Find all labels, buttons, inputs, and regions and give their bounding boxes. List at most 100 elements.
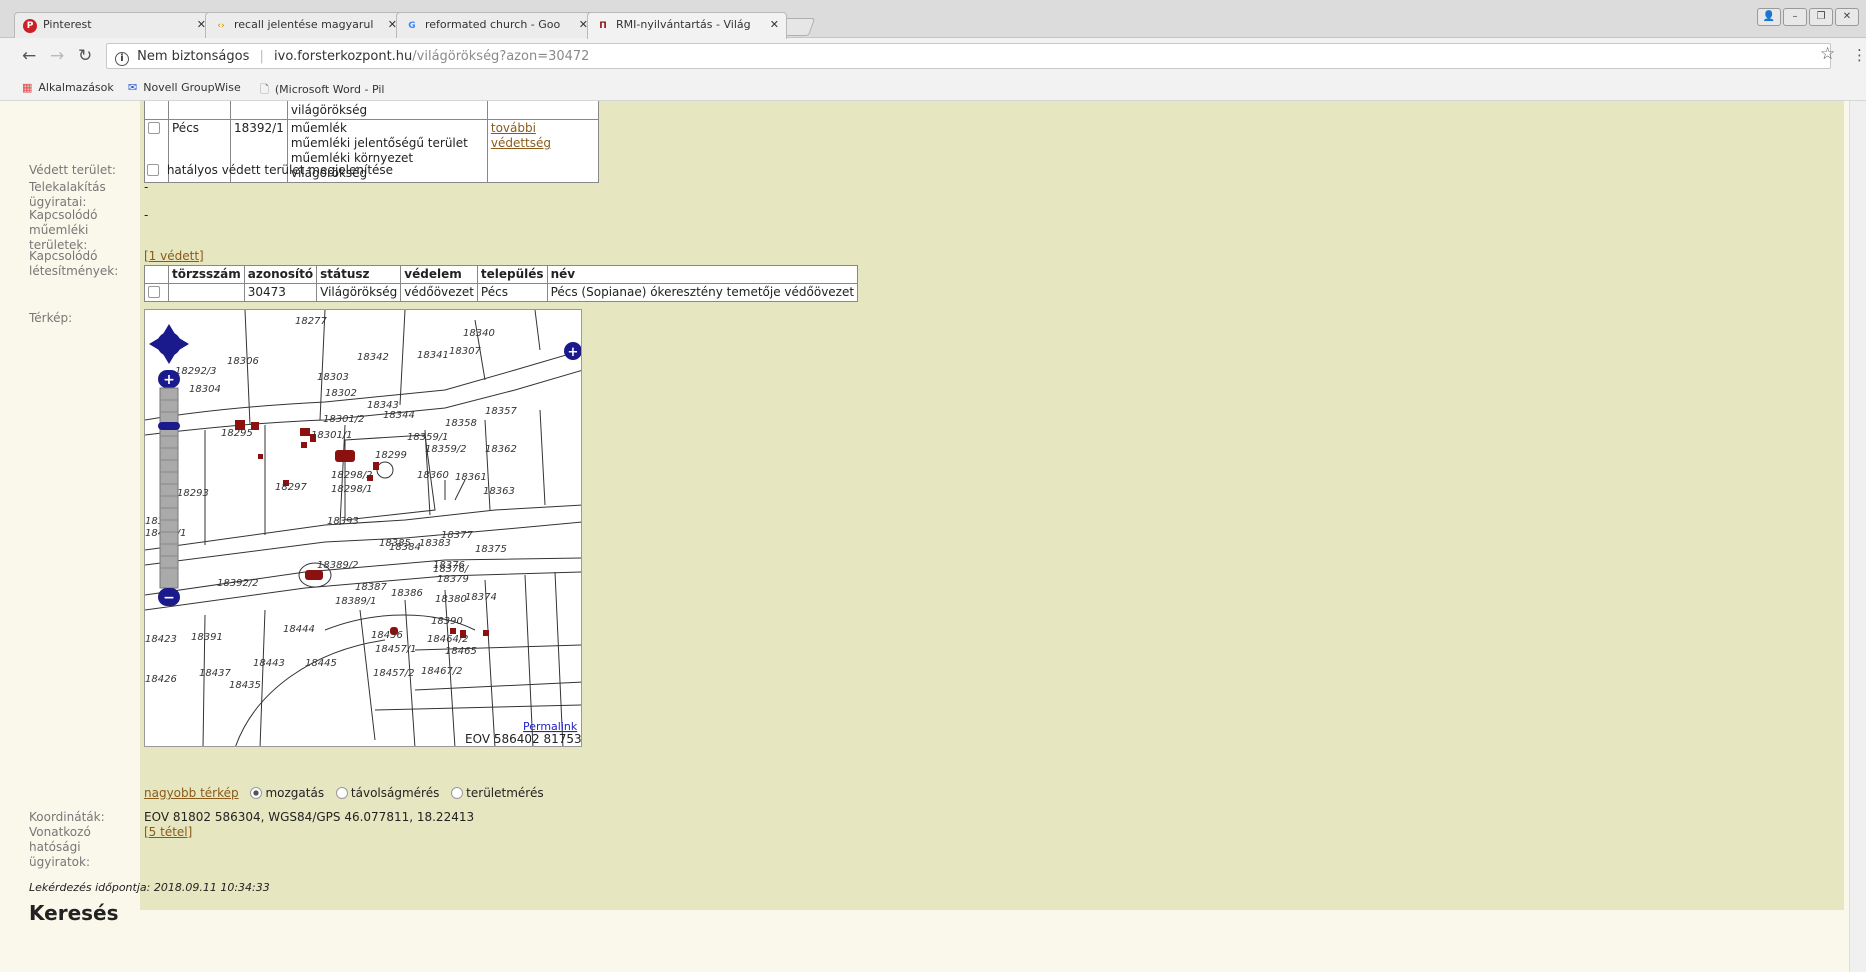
parcel-label: 18435 xyxy=(229,680,261,691)
parcel-label: 18391 xyxy=(191,632,223,643)
further-protection-link[interactable]: további védettség xyxy=(491,121,551,150)
parcel-label: 18293 xyxy=(177,488,209,499)
bookmark-word[interactable]: 🗋 (Microsoft Word - Pil xyxy=(260,81,384,100)
tab-rmi[interactable]: Π RMI-nyilvántartás - Világ ✕ xyxy=(587,12,787,39)
bookmarks-bar: ▦ Alkalmazások ✉ Novell GroupWise 🗋 (Micros… xyxy=(0,74,1866,101)
scrollbar[interactable] xyxy=(1849,101,1866,972)
row-checkbox[interactable] xyxy=(148,122,160,134)
tab-google[interactable]: G reformated church - Goo ✕ xyxy=(396,12,596,38)
minimize-icon[interactable]: – xyxy=(1783,8,1807,26)
parcel-label: 18292/3 xyxy=(175,366,217,377)
related-facilities-link[interactable]: [1 védett] xyxy=(144,249,204,263)
larger-map-link[interactable]: nagyobb térkép xyxy=(144,786,239,800)
restore-icon[interactable]: ❐ xyxy=(1809,8,1833,26)
mode-area-radio[interactable] xyxy=(451,787,464,799)
google-icon: G xyxy=(408,21,416,31)
parcel-label: 18464/2 xyxy=(427,634,469,645)
parcel-label: 18386 xyxy=(391,588,423,599)
parcel-label: 18426 xyxy=(145,674,177,685)
parcel-label: 18389/1 xyxy=(335,596,377,607)
parcel-label: 18303 xyxy=(317,372,349,383)
map-eov-readout: EOV 586402 81753 xyxy=(465,732,582,746)
cases-label: Vonatkozó hatósági ügyiratok: xyxy=(29,825,91,869)
parcel-label: 18445 xyxy=(305,658,337,669)
column-header: település xyxy=(476,265,548,284)
parcel-label: 18393 xyxy=(327,516,359,527)
parcel-label: 18306 xyxy=(227,356,259,367)
parcel-label: 18379 xyxy=(437,574,469,585)
parcel-label: 18360 xyxy=(417,470,449,481)
reload-icon[interactable]: ↻ xyxy=(78,46,92,66)
parcel-label: 18298/1 xyxy=(331,484,373,495)
cases-link[interactable]: [5 tétel] xyxy=(144,825,192,839)
browser-toolbar: ← → ↻ i Nem biztonságos | ivo.forsterkoz… xyxy=(0,38,1866,74)
bookmark-star-icon[interactable]: ☆ xyxy=(1820,44,1835,64)
table-row: 30473 Világörökség védőövezet Pécs Pécs … xyxy=(144,283,859,302)
coordinates-value: EOV 81802 586304, WGS84/GPS 46.077811, 1… xyxy=(144,810,475,824)
parcel-label: 18301/2 xyxy=(323,414,365,425)
related-areas-label: Kapcsolódó műemléki területek: xyxy=(29,208,98,252)
mail-icon: ✉ xyxy=(128,81,138,94)
svg-text:+: + xyxy=(163,372,175,388)
cadastral-map[interactable]: 18277 18340 18306 18342 18341 18307 18292/3 183… xyxy=(144,309,582,747)
parcel-label: 18344 xyxy=(383,410,415,421)
map-mode-controls: nagyobb térkép mozgatás távolságmérés te… xyxy=(144,786,544,800)
close-icon[interactable]: ✕ xyxy=(770,18,779,31)
parcel-label: 18363 xyxy=(483,486,515,497)
related-facilities-label: Kapcsolódó létesítmények: xyxy=(29,249,119,278)
parcel-label: 18374 xyxy=(465,592,497,603)
column-header: azonosító xyxy=(243,265,318,284)
document-icon: 🗋 xyxy=(260,83,269,96)
protected-area-checkbox[interactable] xyxy=(147,164,159,176)
parcel-label: 18390 xyxy=(431,616,463,627)
forward-icon[interactable]: → xyxy=(50,46,64,66)
mode-distance-radio[interactable] xyxy=(335,787,348,799)
related-areas-value: - xyxy=(144,208,149,222)
translate-icon: ‹› xyxy=(217,21,225,31)
protected-area-option[interactable]: hatályos védett terület megjelenítése xyxy=(147,163,393,177)
parcel-label: 18341 xyxy=(417,350,449,361)
parcel-label: 18297 xyxy=(275,482,307,493)
address-bar[interactable]: i Nem biztonságos | ivo.forsterkozpont.h… xyxy=(106,43,1831,69)
tab-title: Pinterest xyxy=(43,18,92,31)
url-host: ivo.forsterkozpont.hu xyxy=(274,49,413,64)
apps-grid-icon: ▦ xyxy=(22,81,33,94)
parcel-label: 18457/1 xyxy=(375,644,417,655)
close-window-icon[interactable]: ✕ xyxy=(1835,8,1859,26)
pinterest-icon: P xyxy=(23,19,37,33)
parcel-label: 18298/2 xyxy=(331,470,373,481)
back-icon[interactable]: ← xyxy=(22,46,36,66)
tab-pinterest[interactable]: P Pinterest ✕ xyxy=(14,12,214,38)
svg-text:+: + xyxy=(568,345,579,360)
tab-title: RMI-nyilvántartás - Világ xyxy=(616,18,751,31)
parcel-label: 18380 xyxy=(435,594,467,605)
mode-pan-radio[interactable] xyxy=(250,787,263,799)
column-header: törzsszám xyxy=(168,265,245,284)
menu-kebab-icon[interactable]: ⋮ xyxy=(1852,46,1866,64)
parcel-label: 18467/2 xyxy=(421,666,463,677)
bookmark-groupwise[interactable]: ✉ Novell GroupWise xyxy=(128,81,241,94)
parcel-label: 18444 xyxy=(283,624,315,635)
parcel-label: 18277 xyxy=(295,316,327,327)
tab-title: reformated church - Goo xyxy=(425,18,561,31)
parcel-label: 18299 xyxy=(375,450,407,461)
bookmark-apps[interactable]: ▦ Alkalmazások xyxy=(22,81,114,94)
info-icon[interactable]: i xyxy=(115,52,129,66)
parcel-label: 18340 xyxy=(463,328,495,339)
column-header: védelem xyxy=(400,265,478,284)
protection-line: világörökség xyxy=(286,101,488,120)
map-canvas[interactable]: 18277 18340 18306 18342 18341 18307 18292/3 183… xyxy=(145,310,582,747)
parcel-label: 18361 xyxy=(455,472,487,483)
profile-icon[interactable]: 👤 xyxy=(1757,8,1781,26)
parcel-label: 18437 xyxy=(199,668,231,679)
tab-recall[interactable]: ‹› recall jelentése magyarul ✕ xyxy=(205,12,405,38)
parcel-label: 18423 xyxy=(145,634,177,645)
row-checkbox[interactable] xyxy=(148,286,160,298)
facility-table: törzsszám azonosító státusz védelem tele… xyxy=(144,265,859,302)
parcel-label: 18465 xyxy=(445,646,477,657)
coordinates-label: Koordináták: xyxy=(29,810,105,824)
map-layer-switch-icon[interactable]: + xyxy=(564,342,582,360)
parcel-label: 18392/2 xyxy=(217,578,259,589)
search-heading: Keresés xyxy=(29,901,119,925)
parcel-label: 18377 xyxy=(441,530,473,541)
